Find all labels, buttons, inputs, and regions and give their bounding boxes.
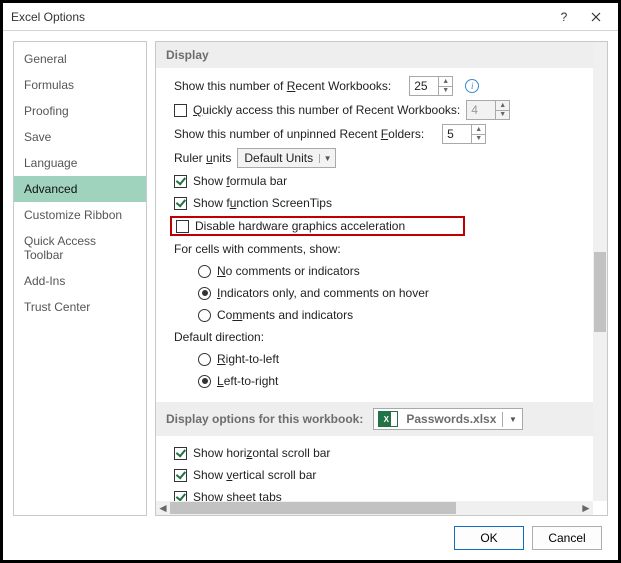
chevron-down-icon: ▼ — [319, 154, 335, 163]
scrollbar-thumb[interactable] — [170, 502, 456, 514]
scroll-left-icon[interactable]: ◄ — [156, 501, 170, 515]
chevron-down-icon: ▼ — [502, 412, 522, 427]
window-title: Excel Options — [11, 10, 548, 24]
dialog-body: General Formulas Proofing Save Language … — [3, 31, 618, 516]
category-sidebar: General Formulas Proofing Save Language … — [13, 41, 147, 516]
show-formula-bar-row: Show formula bar — [156, 170, 593, 192]
main-scroll-area: Display Show this number of Recent Workb… — [156, 42, 607, 515]
direction-radio-ltr[interactable] — [198, 375, 211, 388]
info-icon[interactable]: i — [465, 79, 479, 93]
ok-button[interactable]: OK — [454, 526, 524, 550]
disable-hw-highlight: Disable hardware graphics acceleration — [170, 216, 465, 236]
recent-workbooks-row: Show this number of Recent Workbooks: ▲▼… — [156, 74, 593, 98]
close-icon — [591, 12, 601, 22]
comments-header: For cells with comments, show: — [156, 238, 593, 260]
tabs-row: Show sheet tabs — [156, 486, 593, 501]
direction-opt-rtl: Right-to-left — [156, 348, 593, 370]
sidebar-item-save[interactable]: Save — [14, 124, 146, 150]
sidebar-item-quick-access[interactable]: Quick Access Toolbar — [14, 228, 146, 268]
sidebar-item-customize-ribbon[interactable]: Customize Ribbon — [14, 202, 146, 228]
comments-radio-both[interactable] — [198, 309, 211, 322]
recent-workbooks-input[interactable] — [410, 77, 438, 95]
show-formula-bar-checkbox[interactable] — [174, 175, 187, 188]
hscroll-row: Show horizontal scroll bar — [156, 442, 593, 464]
unpinned-folders-spinner[interactable]: ▲▼ — [442, 124, 486, 144]
comments-radio-indicators[interactable] — [198, 287, 211, 300]
direction-header: Default direction: — [156, 326, 593, 348]
spin-down-icon[interactable]: ▼ — [439, 87, 452, 96]
show-screentips-checkbox[interactable] — [174, 197, 187, 210]
recent-workbooks-spinner[interactable]: ▲▼ — [409, 76, 453, 96]
dialog-footer: OK Cancel — [3, 516, 618, 560]
vscroll-checkbox[interactable] — [174, 469, 187, 482]
direction-radio-rtl[interactable] — [198, 353, 211, 366]
sidebar-item-trust-center[interactable]: Trust Center — [14, 294, 146, 320]
sidebar-item-general[interactable]: General — [14, 46, 146, 72]
sidebar-item-language[interactable]: Language — [14, 150, 146, 176]
ruler-units-select[interactable]: Default Units ▼ — [237, 148, 336, 168]
excel-file-icon: X — [378, 411, 394, 427]
titlebar: Excel Options ? — [3, 3, 618, 31]
sidebar-item-formulas[interactable]: Formulas — [14, 72, 146, 98]
scrollbar-thumb[interactable] — [594, 252, 606, 332]
hscroll-checkbox[interactable] — [174, 447, 187, 460]
tabs-checkbox[interactable] — [174, 491, 187, 502]
comments-opt-indicators: Indicators only, and comments on hover — [156, 282, 593, 304]
close-button[interactable] — [580, 6, 612, 28]
show-screentips-row: Show function ScreenTips — [156, 192, 593, 214]
sidebar-item-advanced[interactable]: Advanced — [14, 176, 146, 202]
sidebar-item-addins[interactable]: Add-Ins — [14, 268, 146, 294]
ruler-units-row: Ruler units Default Units ▼ — [156, 146, 593, 170]
main-panel: Display Show this number of Recent Workb… — [155, 41, 608, 516]
spin-up-icon[interactable]: ▲ — [439, 77, 452, 87]
scroll-right-icon[interactable]: ► — [579, 501, 593, 515]
disable-hw-row: Disable hardware graphics acceleration — [156, 214, 593, 238]
comments-radio-none[interactable] — [198, 265, 211, 278]
quick-access-row: Quickly access this number of Recent Wor… — [156, 98, 593, 122]
horizontal-scrollbar[interactable]: ◄ ► — [156, 501, 593, 515]
sidebar-item-proofing[interactable]: Proofing — [14, 98, 146, 124]
help-button[interactable]: ? — [548, 6, 580, 28]
direction-opt-ltr: Left-to-right — [156, 370, 593, 392]
vertical-scrollbar[interactable] — [593, 42, 607, 501]
quick-access-checkbox[interactable] — [174, 104, 187, 117]
disable-hw-checkbox[interactable] — [176, 220, 189, 233]
quick-access-spinner: ▲▼ — [466, 100, 510, 120]
cancel-button[interactable]: Cancel — [532, 526, 602, 550]
unpinned-folders-input[interactable] — [443, 125, 471, 143]
comments-opt-both: Comments and indicators — [156, 304, 593, 326]
excel-options-dialog: Excel Options ? General Formulas Proofin… — [0, 0, 621, 563]
unpinned-folders-row: Show this number of unpinned Recent Fold… — [156, 122, 593, 146]
vscroll-row: Show vertical scroll bar — [156, 464, 593, 486]
display-section-header: Display — [156, 42, 593, 68]
comments-opt-none: No comments or indicators — [156, 260, 593, 282]
workbook-select[interactable]: X Passwords.xlsx ▼ — [373, 408, 523, 430]
disable-hw-label: Disable hardware graphics acceleration — [195, 219, 405, 233]
quick-access-input — [467, 101, 495, 119]
workbook-section-header: Display options for this workbook: X Pas… — [156, 402, 593, 436]
